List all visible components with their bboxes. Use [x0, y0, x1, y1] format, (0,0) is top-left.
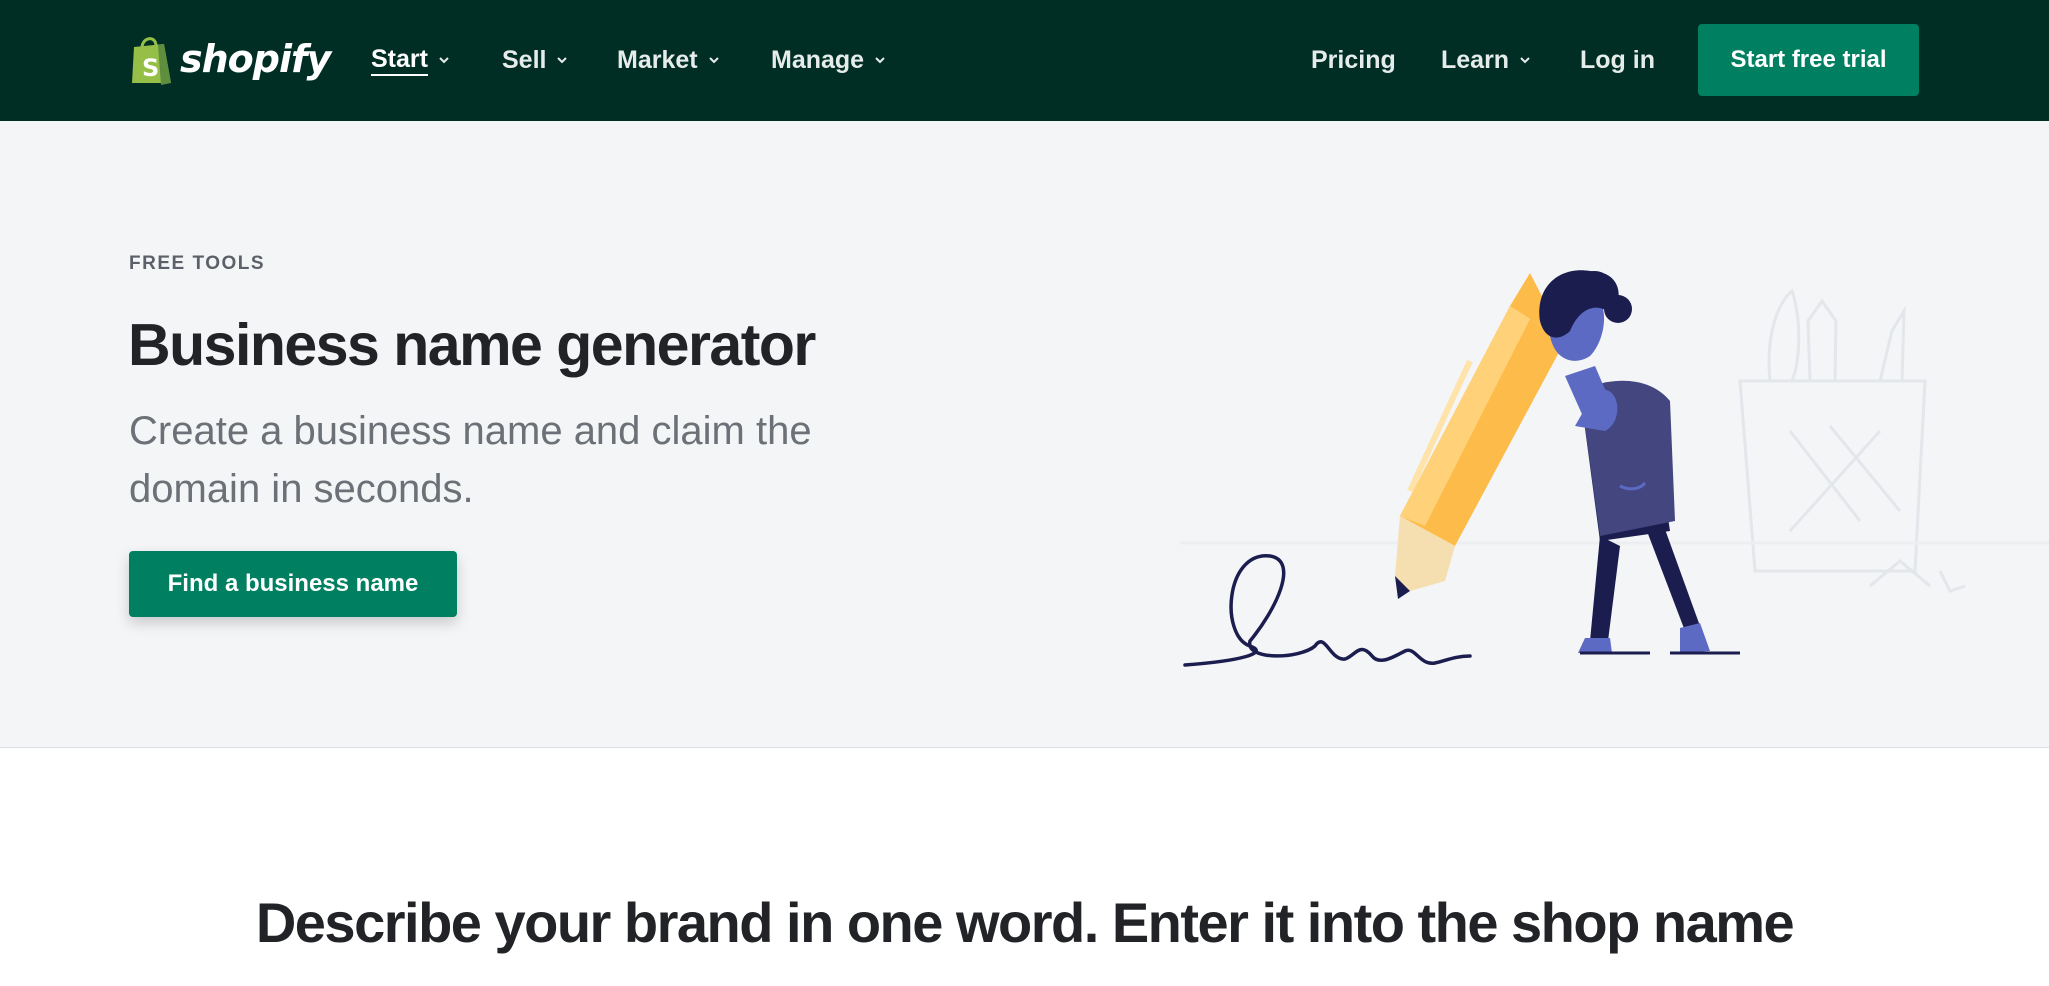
top-navigation-bar: S shopify Start Sell Market Manage Prici…: [0, 0, 2049, 121]
nav-manage[interactable]: Manage: [771, 40, 887, 80]
chevron-down-icon: [708, 57, 719, 64]
find-business-name-button[interactable]: Find a business name: [129, 551, 457, 617]
shopping-bag-icon: S: [132, 37, 171, 85]
nav-login[interactable]: Log in: [1580, 40, 1655, 80]
nav-pricing[interactable]: Pricing: [1311, 40, 1396, 80]
chevron-down-icon: [557, 57, 568, 64]
start-free-trial-button[interactable]: Start free trial: [1698, 24, 1919, 96]
pencil-icon: [1395, 273, 1565, 599]
nav-learn-label: Learn: [1441, 45, 1510, 74]
nav-manage-label: Manage: [771, 45, 865, 74]
chevron-down-icon: [875, 57, 885, 64]
hero-section: FREE TOOLS Business name generator Creat…: [0, 121, 2049, 748]
nav-sell[interactable]: Sell: [502, 40, 569, 80]
nav-learn[interactable]: Learn: [1441, 40, 1532, 80]
section-heading: Describe your brand in one word. Enter i…: [255, 891, 1795, 954]
page-title: Business name generator: [128, 312, 816, 378]
pencil-person-illustration: [1180, 270, 2049, 667]
nav-start[interactable]: Start: [371, 40, 451, 80]
person-figure: [1539, 270, 1740, 655]
chevron-down-icon: [1520, 57, 1530, 64]
chevron-down-icon: [439, 57, 449, 64]
shopify-logo-link[interactable]: S shopify: [128, 30, 331, 88]
nav-start-label: Start: [371, 45, 428, 76]
brand-wordmark: shopify: [180, 37, 331, 81]
nav-sell-label: Sell: [502, 45, 547, 74]
hero-eyebrow: FREE TOOLS: [129, 253, 266, 274]
nav-market[interactable]: Market: [617, 40, 721, 80]
hero-subtitle: Create a business name and claim the dom…: [129, 409, 812, 511]
svg-text:S: S: [142, 54, 159, 82]
nav-market-label: Market: [617, 45, 698, 74]
nav-login-label: Log in: [1580, 45, 1655, 74]
nav-pricing-label: Pricing: [1311, 45, 1396, 74]
